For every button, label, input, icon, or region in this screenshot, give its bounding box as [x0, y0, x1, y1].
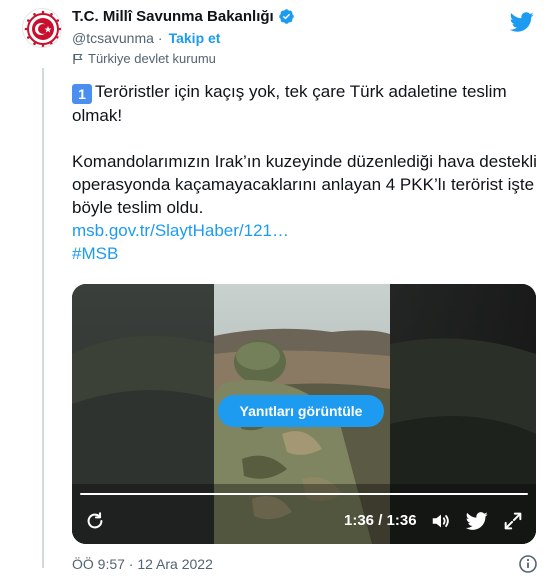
tweet-timestamp[interactable]: ÖÖ 9:57 · 12 Ara 2022 [72, 556, 213, 572]
tweet-text-line1: 1 Teröristler için kaçış yok, tek çare Tü… [72, 80, 542, 127]
video-time: 1:36 / 1:36 [344, 512, 417, 529]
thread-line [42, 68, 44, 568]
ministry-emblem-icon [24, 10, 61, 47]
separator-dot: · [157, 30, 163, 46]
video-controls: 1:36 / 1:36 [72, 506, 536, 536]
twitter-share-button[interactable] [466, 510, 488, 532]
affiliation-label: Türkiye devlet kurumu [72, 51, 216, 66]
video-progress-bar[interactable] [80, 493, 528, 495]
keycap-number-icon: 1 [72, 84, 92, 104]
author-name-row: T.C. Millî Savunma Bakanlığı [72, 8, 295, 25]
volume-button[interactable] [430, 510, 452, 532]
verified-badge-icon [278, 9, 294, 24]
tweet-text-line1-content: Teröristler için kaçış yok, tek çare Tür… [72, 82, 507, 125]
avatar[interactable] [22, 8, 62, 48]
fullscreen-icon [504, 512, 522, 530]
video-player[interactable]: Yanıtları görüntüle 1:36 / 1:36 [72, 284, 536, 544]
affiliation-text: Türkiye devlet kurumu [88, 51, 216, 66]
author-handle[interactable]: @tcsavunma [72, 30, 154, 46]
handle-row: @tcsavunma · Takip et [72, 30, 220, 46]
tweet-card: T.C. Millî Savunma Bakanlığı @tcsavunma … [0, 0, 558, 580]
author-display-name[interactable]: T.C. Millî Savunma Bakanlığı [72, 8, 274, 25]
twitter-share-icon [466, 512, 488, 530]
tweet-text: 1 Teröristler için kaçış yok, tek çare Tü… [72, 80, 542, 265]
replay-icon [87, 512, 103, 529]
flag-icon [73, 53, 83, 64]
info-icon[interactable] [518, 554, 538, 574]
follow-button[interactable]: Takip et [169, 30, 221, 46]
tweet-link[interactable]: msb.gov.tr/SlaytHaber/121… [72, 219, 542, 242]
twitter-bird-icon[interactable] [510, 10, 534, 34]
fullscreen-button[interactable] [502, 510, 524, 532]
replay-button[interactable] [84, 510, 106, 532]
view-replies-button[interactable]: Yanıtları görüntüle [218, 395, 384, 427]
volume-icon [432, 514, 449, 528]
hashtag-link[interactable]: #MSB [72, 242, 542, 265]
tweet-text-line2: Komandolarımızın Irak’ın kuzeyinde düzen… [72, 152, 537, 217]
